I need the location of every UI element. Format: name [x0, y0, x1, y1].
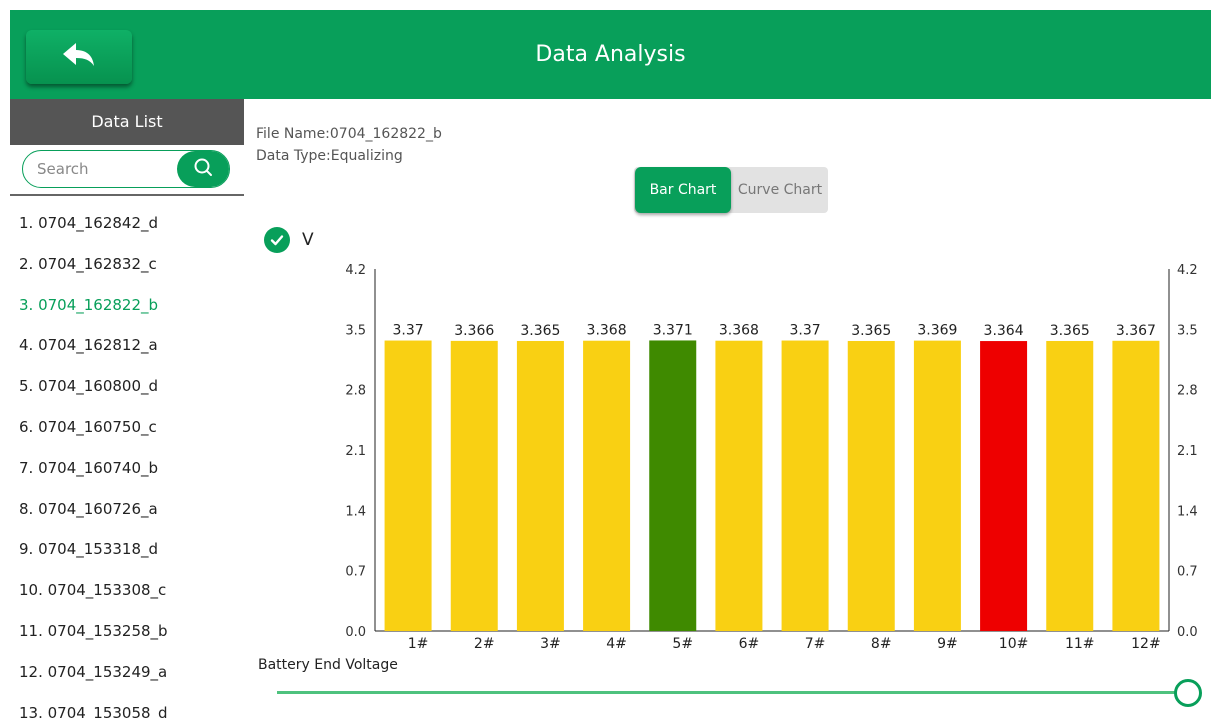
bar-value-label: 3.365 — [851, 323, 891, 339]
analysis-panel: File Name:0704_162822_b Data Type:Equali… — [244, 99, 1211, 718]
bar — [450, 340, 498, 631]
bar — [847, 340, 895, 631]
y-tick-label-right: 2.1 — [1177, 444, 1198, 459]
header-bar: Data Analysis — [10, 10, 1211, 99]
y-tick-label-right: 0.0 — [1177, 625, 1198, 640]
bar-value-label: 3.37 — [789, 323, 820, 339]
back-button[interactable] — [26, 30, 132, 84]
search-box — [22, 150, 230, 188]
back-arrow-icon — [61, 41, 97, 73]
list-item[interactable]: 3. 0704_162822_b — [10, 285, 244, 326]
bar-value-label: 3.371 — [653, 322, 693, 338]
bar-value-label: 3.369 — [917, 323, 957, 339]
x-tick-label: 3# — [540, 636, 561, 652]
bar — [781, 340, 829, 631]
y-tick-label-left: 1.4 — [345, 504, 366, 519]
bar — [715, 340, 763, 631]
bar-value-label: 3.365 — [1050, 323, 1090, 339]
list-item[interactable]: 1. 0704_162842_d — [10, 203, 244, 244]
search-button[interactable] — [177, 151, 229, 187]
list-item[interactable]: 6. 0704_160750_c — [10, 407, 244, 448]
bar — [384, 340, 432, 631]
list-item[interactable]: 8. 0704_160726_a — [10, 489, 244, 530]
y-tick-label-left: 0.7 — [345, 565, 366, 580]
search-input[interactable] — [23, 151, 183, 187]
list-item[interactable]: 10. 0704_153308_c — [10, 570, 244, 611]
list-item[interactable]: 13. 0704_153058_d — [10, 693, 244, 718]
list-item[interactable]: 12. 0704_153249_a — [10, 652, 244, 693]
voltage-bar-chart: 0.0 0.0 0.7 0.7 1.4 1.4 2.1 2.1 2.8 2.8 3.5 3.5 4.2 4… — [345, 263, 1198, 652]
list-item[interactable]: 2. 0704_162832_c — [10, 244, 244, 285]
bar — [516, 340, 564, 631]
bar — [913, 340, 961, 631]
voltage-slider-track[interactable] — [277, 691, 1189, 694]
file-list: 1. 0704_162842_d 2. 0704_162832_c 3. 0704_… — [10, 203, 244, 718]
list-item[interactable]: 9. 0704_153318_d — [10, 529, 244, 570]
x-tick-label: 9# — [937, 636, 958, 652]
bar-value-label: 3.367 — [1116, 323, 1156, 339]
y-tick-label-right: 2.8 — [1177, 384, 1198, 399]
y-tick-label-left: 0.0 — [345, 625, 366, 640]
top-strip — [0, 0, 1211, 10]
y-tick-label-left: 2.1 — [345, 444, 366, 459]
bar-value-label: 3.364 — [984, 323, 1024, 339]
bar — [1046, 340, 1094, 631]
slider-label: Battery End Voltage — [258, 657, 398, 673]
list-item[interactable]: 4. 0704_162812_a — [10, 325, 244, 366]
data-list-title: Data List — [10, 99, 244, 145]
page-title: Data Analysis — [535, 42, 686, 67]
list-item[interactable]: 5. 0704_160800_d — [10, 366, 244, 407]
bar-value-label: 3.365 — [520, 323, 560, 339]
x-tick-label: 6# — [739, 636, 760, 652]
y-tick-label-left: 3.5 — [345, 323, 366, 338]
x-tick-label: 11# — [1065, 636, 1095, 652]
x-tick-label: 12# — [1131, 636, 1161, 652]
x-tick-label: 8# — [871, 636, 892, 652]
bar — [583, 340, 631, 631]
sidebar-divider — [10, 194, 244, 196]
y-tick-label-right: 3.5 — [1177, 323, 1198, 338]
bar — [649, 340, 697, 631]
x-tick-label: 1# — [408, 636, 429, 652]
x-tick-label: 4# — [606, 636, 627, 652]
y-tick-label-right: 4.2 — [1177, 263, 1198, 278]
bar-value-label: 3.368 — [719, 323, 759, 339]
x-tick-label: 10# — [999, 636, 1029, 652]
y-tick-label-right: 0.7 — [1177, 565, 1198, 580]
y-tick-label-left: 4.2 — [345, 263, 366, 278]
bar-value-label: 3.366 — [454, 323, 494, 339]
x-tick-label: 7# — [805, 636, 826, 652]
y-tick-label-left: 2.8 — [345, 384, 366, 399]
x-tick-label: 2# — [474, 636, 495, 652]
app-window: Data Analysis Data List 1. 07 — [0, 0, 1211, 718]
search-icon — [192, 156, 214, 182]
voltage-slider-thumb[interactable] — [1174, 679, 1202, 707]
bar — [1112, 340, 1160, 631]
bar — [980, 341, 1028, 631]
data-list-panel: Data List 1. 0704_162842_d2. 0704_162832… — [10, 99, 244, 718]
x-tick-label: 5# — [672, 636, 693, 652]
bar-value-label: 3.37 — [392, 323, 423, 339]
list-item[interactable]: 7. 0704_160740_b — [10, 448, 244, 489]
list-item[interactable]: 11. 0704_153258_b — [10, 611, 244, 652]
bar-value-label: 3.368 — [587, 323, 627, 339]
y-tick-label-right: 1.4 — [1177, 504, 1198, 519]
